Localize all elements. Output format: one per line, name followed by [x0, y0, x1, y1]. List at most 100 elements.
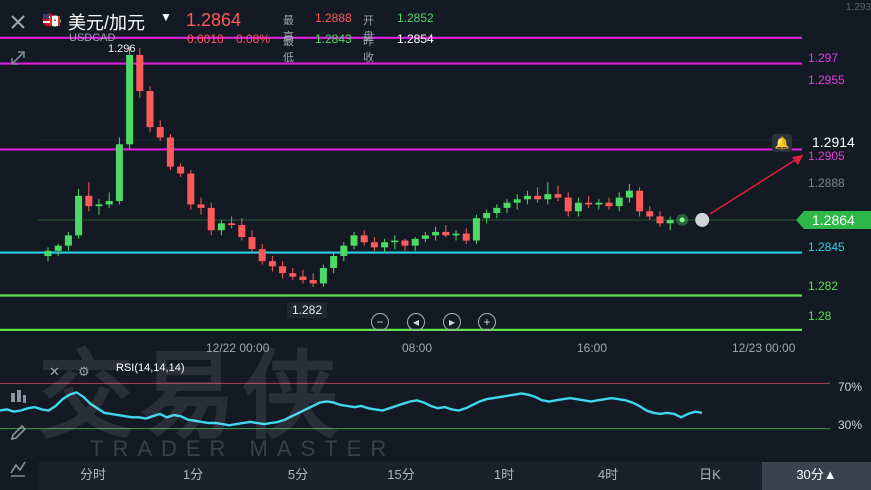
- candle-body: [432, 231, 440, 236]
- candle-body: [207, 207, 215, 231]
- usd-cad-flag-icon: [42, 13, 61, 27]
- candle-body: [136, 54, 144, 92]
- candle-body: [391, 240, 399, 243]
- candle-body: [493, 207, 501, 214]
- prev-close-value: 1.2854: [397, 32, 434, 46]
- indicator-icon[interactable]: [5, 455, 31, 481]
- candle-body: [350, 235, 358, 246]
- candle-body: [554, 194, 562, 198]
- line-label-12955: 1.2955: [802, 72, 871, 88]
- candle-body: [370, 242, 378, 248]
- line-label-1282: 1.282: [802, 278, 871, 294]
- line-label-128: 1.28: [802, 308, 871, 324]
- candle-body: [64, 235, 72, 246]
- candle-body: [75, 195, 83, 236]
- low-label: 最低: [283, 36, 294, 64]
- low-value: 1.2843: [315, 32, 352, 46]
- bell-icon[interactable]: 🔔: [772, 134, 792, 152]
- axis-grid-label: 1.2888: [808, 176, 845, 190]
- candle-body: [472, 218, 480, 241]
- time-label-2: 08:00: [402, 341, 433, 355]
- candle-body: [105, 201, 113, 205]
- candle-body: [462, 233, 470, 241]
- time-label-4: 12/23 00:00: [732, 341, 796, 355]
- candle-body: [85, 195, 93, 207]
- timeframe-bar: 分时 1分 5分 15分 1时 4时 日K 30分▲: [38, 462, 871, 490]
- prev-close-label: 昨收: [363, 36, 374, 64]
- candle-body: [442, 231, 450, 236]
- candle-body: [228, 223, 236, 226]
- close-icon[interactable]: [5, 9, 31, 35]
- timeframe-1m[interactable]: 1分: [163, 462, 223, 490]
- candle-body: [187, 173, 195, 205]
- candle-body: [656, 216, 664, 224]
- candle-body: [564, 197, 572, 212]
- timeframe-1h[interactable]: 1时: [474, 462, 534, 490]
- line-label-12905: 1.2905: [808, 149, 845, 163]
- pencil-icon[interactable]: [5, 420, 31, 446]
- left-toolbar: [0, 0, 38, 477]
- candle-body: [646, 211, 654, 217]
- timeframe-30m[interactable]: 30分▲: [762, 462, 871, 490]
- candle-body: [238, 225, 246, 238]
- candle-body: [156, 127, 164, 138]
- candle-body: [340, 245, 348, 256]
- candle-body: [289, 273, 297, 277]
- candle-body: [523, 195, 531, 200]
- candle-body: [666, 219, 674, 224]
- candle-body: [115, 144, 123, 201]
- candle-body: [421, 235, 429, 239]
- candle-body: [166, 137, 174, 167]
- timeframe-tick[interactable]: 分时: [58, 462, 128, 490]
- candle-body: [126, 54, 134, 145]
- candle-body: [411, 238, 419, 246]
- info-icon: [695, 212, 710, 227]
- line-label-12845: 1.2845: [802, 239, 871, 255]
- rsi-lower-level: 30%: [838, 418, 863, 432]
- candle-body: [299, 276, 307, 281]
- candle-body: [585, 202, 593, 205]
- timeframe-5m[interactable]: 5分: [268, 462, 328, 490]
- candle-body: [330, 255, 338, 268]
- rsi-settings-icon[interactable]: ⚙: [78, 364, 90, 380]
- time-label-1: 12/22 00:00: [206, 341, 270, 355]
- timeframe-15m[interactable]: 15分: [371, 462, 431, 490]
- candle-body: [574, 202, 582, 212]
- last-price-dot: [679, 217, 685, 223]
- candle-body: [544, 194, 552, 200]
- scroll-start-button[interactable]: ◂: [407, 313, 425, 331]
- price-change-pct: 0.08%: [236, 32, 271, 46]
- timeframe-daily[interactable]: 日K: [680, 462, 740, 490]
- candle-body: [177, 166, 185, 174]
- high-marker-label: 1.296: [108, 43, 136, 55]
- rsi-upper-level: 70%: [838, 380, 863, 394]
- current-price-tag: 1.2864: [796, 211, 871, 229]
- rsi-close-icon[interactable]: ✕: [49, 364, 60, 380]
- scroll-end-button[interactable]: ▸: [443, 313, 461, 331]
- candle-body: [636, 190, 644, 212]
- candle-body: [360, 235, 368, 243]
- candle-body: [401, 240, 409, 246]
- timeframe-4h[interactable]: 4时: [578, 462, 638, 490]
- candle-body: [483, 213, 491, 219]
- open-value: 1.2852: [397, 11, 434, 25]
- axis-top-tick: 1.293: [846, 2, 871, 13]
- candlestick-icon[interactable]: [5, 384, 31, 410]
- chart-app: 交易侠 TRADER MASTER 美元/加元 ▼ USDCAD 1.2864 …: [0, 0, 871, 490]
- watermark-text: TRADER MASTER: [90, 436, 396, 461]
- candle-body: [513, 199, 521, 203]
- candle-body: [595, 202, 603, 205]
- line-label-1297: 1.297: [802, 50, 871, 66]
- price-change: 0.0010: [187, 32, 224, 46]
- candle-body: [217, 223, 225, 231]
- zoom-in-button[interactable]: +: [478, 313, 496, 331]
- candle-body: [54, 245, 62, 251]
- low-marker-label: 1.282: [287, 302, 327, 318]
- rsi-label: RSI(14,14,14): [116, 362, 185, 374]
- candle-body: [248, 237, 256, 250]
- symbol-dropdown-icon[interactable]: ▼: [160, 10, 172, 24]
- expand-icon[interactable]: [5, 45, 31, 71]
- zoom-out-button[interactable]: −: [371, 313, 389, 331]
- candle-body: [197, 204, 205, 208]
- candle-body: [146, 91, 154, 128]
